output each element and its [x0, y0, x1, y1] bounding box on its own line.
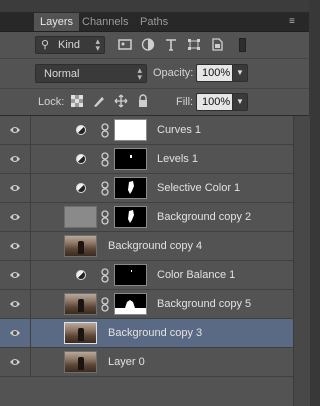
layer-thumbnail[interactable] [64, 206, 97, 228]
chevron-down-icon[interactable]: ▼ [232, 94, 247, 110]
eye-icon[interactable] [9, 125, 21, 135]
layer-row[interactable]: Background copy 2 [0, 203, 293, 232]
tab-channels[interactable]: Channels [76, 13, 134, 31]
pixel-filter-icon[interactable] [118, 38, 132, 51]
tab-paths[interactable]: Paths [134, 13, 174, 31]
visibility-toggle[interactable] [0, 116, 31, 144]
eye-icon[interactable] [9, 270, 21, 280]
smart-object-filter-icon[interactable] [210, 38, 224, 51]
lock-label: Lock: [38, 96, 65, 108]
layer-row-selected[interactable]: Background copy 3 [0, 319, 293, 348]
scrollbar[interactable] [293, 116, 310, 406]
eye-icon[interactable] [9, 328, 21, 338]
adjustment-filter-icon[interactable] [141, 38, 155, 51]
lock-image-pixels-icon[interactable] [92, 94, 106, 108]
layer-thumbnail[interactable] [64, 235, 97, 257]
eye-icon[interactable] [9, 212, 21, 222]
layer-row[interactable]: Levels 1 [0, 145, 293, 174]
filter-toggle-switch[interactable] [239, 38, 246, 52]
layers-panel: ⚲ Kind ▴ ▾ Normal ▴ ▾ Opacity: 100% ▼ Lo… [0, 32, 310, 406]
layer-name: Levels 1 [157, 153, 198, 165]
link-chain-icon[interactable] [101, 152, 109, 167]
visibility-toggle[interactable] [0, 174, 31, 202]
link-chain-icon[interactable] [101, 210, 109, 225]
eye-icon[interactable] [9, 241, 21, 251]
layer-name: Selective Color 1 [157, 182, 241, 194]
layer-thumbnail[interactable] [64, 351, 97, 373]
layer-mask-thumbnail[interactable] [114, 119, 147, 141]
chevron-down-icon[interactable]: ▼ [232, 65, 247, 81]
layer-mask-thumbnail[interactable] [114, 293, 147, 315]
panel-tab-bar: Layers Channels Paths ≡ [0, 13, 309, 32]
dropdown-arrows-icon: ▴ ▾ [137, 65, 142, 82]
visibility-toggle[interactable] [0, 203, 31, 231]
layer-mask-thumbnail[interactable] [114, 177, 147, 199]
lock-row: Lock: Fill: 100% ▼ [0, 89, 309, 116]
layer-name: Background copy 4 [108, 240, 203, 252]
adjustment-layer-icon [76, 125, 86, 135]
blend-mode-dropdown[interactable]: Normal ▴ ▾ [35, 64, 147, 83]
layer-mask-thumbnail[interactable] [114, 206, 147, 228]
fill-label: Fill: [176, 96, 194, 108]
layer-row[interactable]: Selective Color 1 [0, 174, 293, 203]
lock-transparent-pixels-icon[interactable] [70, 94, 84, 108]
layer-mask-thumbnail[interactable] [114, 148, 147, 170]
layer-row[interactable]: Background copy 5 [0, 290, 293, 319]
layer-name: Background copy 5 [157, 298, 252, 310]
adjustment-layer-icon [76, 183, 86, 193]
filter-kind-dropdown[interactable]: ⚲ Kind ▴ ▾ [35, 36, 105, 54]
layer-row[interactable]: Color Balance 1 [0, 261, 293, 290]
dropdown-arrows-icon: ▴ ▾ [95, 36, 100, 53]
search-icon: ⚲ [41, 39, 50, 51]
visibility-toggle[interactable] [0, 232, 31, 260]
panel-menu-icon[interactable]: ≡ [289, 16, 303, 28]
opacity-label: Opacity: [153, 67, 194, 79]
adjustment-layer-icon [76, 154, 86, 164]
link-chain-icon[interactable] [101, 268, 109, 283]
top-toolbar-strip [0, 0, 309, 13]
layer-thumbnail[interactable] [64, 293, 97, 315]
visibility-toggle[interactable] [0, 319, 31, 347]
eye-icon[interactable] [9, 299, 21, 309]
layer-name: Layer 0 [108, 356, 145, 368]
link-chain-icon[interactable] [101, 181, 109, 196]
layer-row[interactable]: Layer 0 [0, 348, 293, 377]
lock-all-icon[interactable] [136, 94, 150, 108]
lock-position-icon[interactable] [114, 94, 128, 108]
layer-name: Background copy 3 [108, 327, 203, 339]
layer-row[interactable]: Background copy 4 [0, 232, 293, 261]
visibility-toggle[interactable] [0, 290, 31, 318]
link-chain-icon[interactable] [101, 297, 109, 312]
adjustment-layer-icon [76, 270, 86, 280]
eye-icon[interactable] [9, 183, 21, 193]
fill-field[interactable]: 100% ▼ [196, 93, 248, 111]
eye-icon[interactable] [9, 154, 21, 164]
blend-row: Normal ▴ ▾ Opacity: 100% ▼ [0, 59, 309, 89]
visibility-toggle[interactable] [0, 348, 31, 376]
link-chain-icon[interactable] [101, 123, 109, 138]
layer-mask-thumbnail[interactable] [114, 264, 147, 286]
type-filter-icon[interactable] [164, 38, 178, 51]
visibility-toggle[interactable] [0, 145, 31, 173]
visibility-toggle[interactable] [0, 261, 31, 289]
shape-filter-icon[interactable] [187, 38, 201, 51]
layer-name: Color Balance 1 [157, 269, 236, 281]
layer-name: Curves 1 [157, 124, 202, 136]
layer-row[interactable]: Curves 1 [0, 116, 293, 145]
layer-name: Background copy 2 [157, 211, 252, 223]
opacity-field[interactable]: 100% ▼ [196, 64, 248, 82]
filter-row: ⚲ Kind ▴ ▾ [0, 32, 309, 59]
layer-thumbnail[interactable] [64, 322, 97, 344]
tab-layers[interactable]: Layers [34, 13, 80, 31]
eye-icon[interactable] [9, 357, 21, 367]
